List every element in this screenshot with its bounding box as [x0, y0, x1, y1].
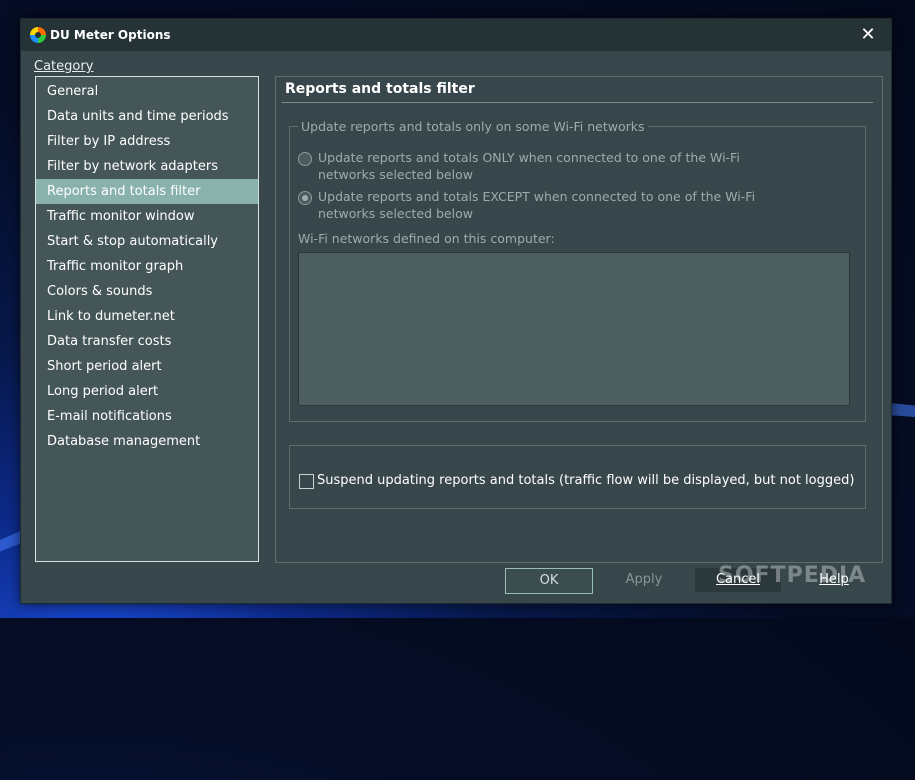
radio-only-label: Update reports and totals ONLY when conn… — [318, 150, 740, 182]
softpedia-watermark: SOFTPEDIA — [718, 563, 867, 588]
suspend-group: Suspend updating reports and totals (tra… — [289, 445, 866, 509]
wifi-group-legend: Update reports and totals only on some W… — [298, 119, 648, 134]
category-item-reports-filter[interactable]: Reports and totals filter — [36, 179, 258, 204]
close-button[interactable]: ✕ — [845, 19, 891, 51]
window-title: DU Meter Options — [50, 28, 171, 42]
wifi-filter-group: Update reports and totals only on some W… — [289, 119, 866, 422]
du-meter-app-icon — [30, 27, 46, 43]
suspend-checkbox[interactable] — [299, 474, 314, 489]
apply-button[interactable]: Apply — [600, 568, 688, 592]
category-item-general[interactable]: General — [36, 79, 258, 104]
category-label: Category — [34, 59, 94, 74]
category-item-database[interactable]: Database management — [36, 429, 258, 454]
category-list[interactable]: General Data units and time periods Filt… — [35, 76, 259, 562]
category-item-long-alert[interactable]: Long period alert — [36, 379, 258, 404]
radio-except-label: Update reports and totals EXCEPT when co… — [318, 189, 756, 221]
panel-title: Reports and totals filter — [285, 81, 475, 97]
close-icon: ✕ — [860, 24, 876, 45]
wifi-networks-label: Wi-Fi networks defined on this computer: — [298, 231, 555, 246]
category-item-filter-adapters[interactable]: Filter by network adapters — [36, 154, 258, 179]
category-item-link-dumeter[interactable]: Link to dumeter.net — [36, 304, 258, 329]
category-item-traffic-window[interactable]: Traffic monitor window — [36, 204, 258, 229]
options-dialog: DU Meter Options ✕ Category General Data… — [20, 18, 892, 604]
category-item-transfer-costs[interactable]: Data transfer costs — [36, 329, 258, 354]
category-item-start-stop[interactable]: Start & stop automatically — [36, 229, 258, 254]
suspend-checkbox-label: Suspend updating reports and totals (tra… — [317, 473, 855, 488]
radio-only[interactable] — [298, 152, 312, 166]
category-item-data-units[interactable]: Data units and time periods — [36, 104, 258, 129]
category-item-colors-sounds[interactable]: Colors & sounds — [36, 279, 258, 304]
wifi-networks-list[interactable] — [298, 252, 850, 406]
category-item-email[interactable]: E-mail notifications — [36, 404, 258, 429]
ok-button[interactable]: OK — [505, 568, 593, 594]
category-item-filter-ip[interactable]: Filter by IP address — [36, 129, 258, 154]
category-item-short-alert[interactable]: Short period alert — [36, 354, 258, 379]
category-item-traffic-graph[interactable]: Traffic monitor graph — [36, 254, 258, 279]
title-divider — [282, 102, 873, 103]
title-bar[interactable]: DU Meter Options ✕ — [21, 19, 891, 51]
settings-panel: Reports and totals filter Update reports… — [275, 76, 883, 563]
radio-except[interactable] — [298, 191, 312, 205]
